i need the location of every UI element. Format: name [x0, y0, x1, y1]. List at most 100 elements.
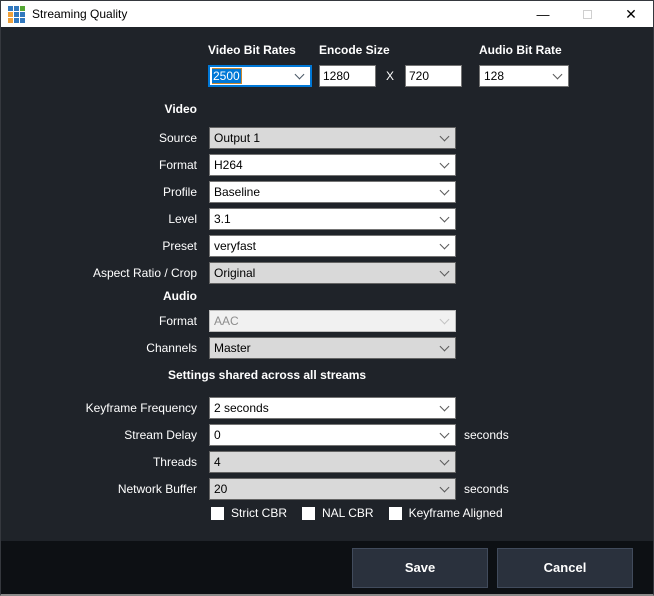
video-bit-rate-dropdown[interactable]: 2500 — [208, 65, 312, 87]
channels-label: Channels — [1, 341, 203, 355]
chevron-down-icon — [440, 428, 450, 438]
video-bit-rate-value: 2500 — [212, 69, 241, 83]
source-dropdown[interactable]: Output 1 — [209, 127, 456, 149]
source-value: Output 1 — [214, 128, 441, 148]
network-buffer-units: seconds — [464, 482, 509, 496]
network-buffer-row: Network Buffer 20 seconds — [1, 478, 653, 500]
streaming-quality-dialog: Streaming Quality — ✕ Video Bit Rates 25… — [0, 0, 654, 596]
audio-format-label: Format — [1, 314, 203, 328]
chevron-down-icon — [440, 482, 450, 492]
keyframe-aligned-checkbox[interactable] — [389, 507, 402, 520]
audio-bit-rate-header: Audio Bit Rate — [479, 43, 569, 58]
stream-delay-label: Stream Delay — [1, 428, 203, 442]
chevron-down-icon — [440, 341, 450, 351]
preset-value: veryfast — [214, 236, 441, 256]
keyframe-frequency-row: Keyframe Frequency 2 seconds — [1, 397, 653, 419]
minimize-button[interactable]: — — [521, 1, 565, 27]
chevron-down-icon — [440, 455, 450, 465]
top-settings-row: Video Bit Rates 2500 Encode Size X Audio… — [208, 43, 653, 87]
aspect-ratio-value: Original — [214, 263, 441, 283]
save-button[interactable]: Save — [352, 548, 488, 588]
network-buffer-label: Network Buffer — [1, 482, 203, 496]
level-value: 3.1 — [214, 209, 441, 229]
audio-bit-rate-value: 128 — [484, 66, 554, 86]
profile-row: Profile Baseline — [1, 181, 653, 203]
profile-dropdown[interactable]: Baseline — [209, 181, 456, 203]
titlebar: Streaming Quality — ✕ — [1, 1, 653, 27]
level-row: Level 3.1 — [1, 208, 653, 230]
stream-delay-units: seconds — [464, 428, 509, 442]
audio-bit-rate-dropdown[interactable]: 128 — [479, 65, 569, 87]
video-bit-rates-header: Video Bit Rates — [208, 43, 312, 58]
strict-cbr-label: Strict CBR — [231, 506, 287, 520]
maximize-button[interactable] — [565, 1, 609, 27]
audio-section-header: Audio — [1, 289, 203, 304]
profile-label: Profile — [1, 185, 203, 199]
chevron-down-icon — [440, 239, 450, 249]
source-row: Source Output 1 — [1, 127, 653, 149]
app-icon — [8, 6, 25, 23]
audio-format-row: Format AAC — [1, 310, 653, 332]
aspect-ratio-label: Aspect Ratio / Crop — [1, 266, 203, 280]
dialog-body: Video Bit Rates 2500 Encode Size X Audio… — [1, 27, 653, 541]
nal-cbr-checkbox-group[interactable]: NAL CBR — [302, 506, 374, 520]
video-format-value: H264 — [214, 155, 441, 175]
dialog-footer: Save Cancel — [1, 541, 653, 594]
chevron-down-icon — [295, 69, 305, 79]
cancel-button[interactable]: Cancel — [497, 548, 633, 588]
threads-dropdown[interactable]: 4 — [209, 451, 456, 473]
nal-cbr-checkbox[interactable] — [302, 507, 315, 520]
threads-row: Threads 4 — [1, 451, 653, 473]
preset-dropdown[interactable]: veryfast — [209, 235, 456, 257]
profile-value: Baseline — [214, 182, 441, 202]
channels-row: Channels Master — [1, 337, 653, 359]
preset-row: Preset veryfast — [1, 235, 653, 257]
source-label: Source — [1, 131, 203, 145]
encode-size-header: Encode Size — [319, 43, 462, 58]
chevron-down-icon — [440, 314, 450, 324]
threads-value: 4 — [214, 452, 441, 472]
video-section-header: Video — [1, 102, 203, 117]
level-label: Level — [1, 212, 203, 226]
keyframe-aligned-checkbox-group[interactable]: Keyframe Aligned — [389, 506, 503, 520]
stream-delay-dropdown[interactable]: 0 — [209, 424, 456, 446]
strict-cbr-checkbox-group[interactable]: Strict CBR — [211, 506, 287, 520]
channels-dropdown[interactable]: Master — [209, 337, 456, 359]
audio-format-dropdown: AAC — [209, 310, 456, 332]
chevron-down-icon — [440, 266, 450, 276]
channels-value: Master — [214, 338, 441, 358]
network-buffer-dropdown[interactable]: 20 — [209, 478, 456, 500]
network-buffer-value: 20 — [214, 479, 441, 499]
threads-label: Threads — [1, 455, 203, 469]
chevron-down-icon — [440, 212, 450, 222]
shared-settings-header: Settings shared across all streams — [168, 368, 653, 383]
nal-cbr-label: NAL CBR — [322, 506, 374, 520]
chevron-down-icon — [440, 401, 450, 411]
strict-cbr-checkbox[interactable] — [211, 507, 224, 520]
chevron-down-icon — [440, 185, 450, 195]
video-format-label: Format — [1, 158, 203, 172]
encode-width-input[interactable] — [319, 65, 376, 87]
audio-format-value: AAC — [214, 311, 441, 331]
encode-size-separator: X — [384, 69, 396, 83]
cbr-options-row: Strict CBR NAL CBR Keyframe Aligned — [211, 506, 653, 520]
level-dropdown[interactable]: 3.1 — [209, 208, 456, 230]
aspect-ratio-dropdown[interactable]: Original — [209, 262, 456, 284]
keyframe-frequency-dropdown[interactable]: 2 seconds — [209, 397, 456, 419]
preset-label: Preset — [1, 239, 203, 253]
keyframe-frequency-label: Keyframe Frequency — [1, 401, 203, 415]
video-format-row: Format H264 — [1, 154, 653, 176]
video-format-dropdown[interactable]: H264 — [209, 154, 456, 176]
aspect-ratio-row: Aspect Ratio / Crop Original — [1, 262, 653, 284]
window-title: Streaming Quality — [32, 7, 127, 21]
chevron-down-icon — [440, 131, 450, 141]
stream-delay-row: Stream Delay 0 seconds — [1, 424, 653, 446]
keyframe-aligned-label: Keyframe Aligned — [409, 506, 503, 520]
close-button[interactable]: ✕ — [609, 1, 653, 27]
chevron-down-icon — [440, 158, 450, 168]
stream-delay-value: 0 — [214, 425, 441, 445]
maximize-icon — [583, 10, 592, 19]
keyframe-frequency-value: 2 seconds — [214, 398, 441, 418]
encode-height-input[interactable] — [405, 65, 462, 87]
chevron-down-icon — [553, 69, 563, 79]
